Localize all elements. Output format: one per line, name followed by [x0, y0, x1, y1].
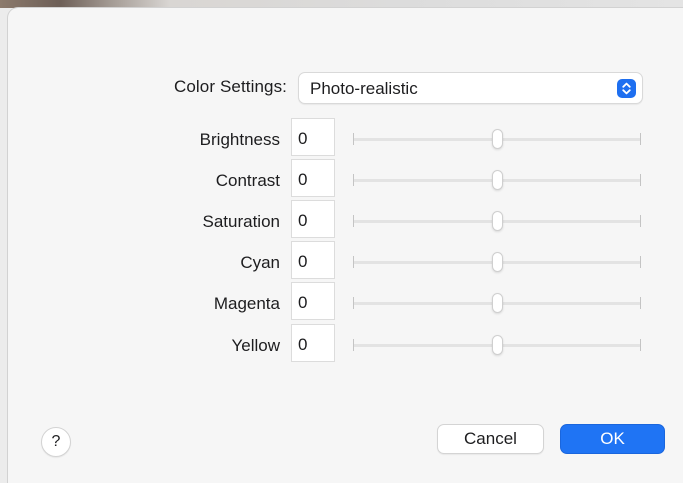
magenta-row: Magenta 0 [0, 282, 683, 324]
cyan-row: Cyan 0 [0, 241, 683, 283]
slider-max-tick [640, 133, 641, 145]
slider-knob[interactable] [492, 293, 503, 313]
magenta-slider[interactable] [353, 292, 641, 314]
slider-knob[interactable] [492, 211, 503, 231]
slider-min-tick [353, 215, 354, 227]
saturation-label: Saturation [202, 212, 281, 231]
saturation-field[interactable]: 0 [291, 200, 335, 238]
color-settings-label: Color Settings: [174, 77, 287, 96]
up-down-chevron-icon [617, 79, 636, 98]
yellow-row: Yellow 0 [0, 324, 683, 366]
cyan-field[interactable]: 0 [291, 241, 335, 279]
brightness-field[interactable]: 0 [291, 118, 335, 156]
contrast-label: Contrast [215, 171, 280, 190]
slider-knob[interactable] [492, 170, 503, 190]
slider-max-tick [640, 174, 641, 186]
cyan-label: Cyan [240, 253, 280, 272]
ok-button[interactable]: OK [560, 424, 665, 454]
slider-min-tick [353, 339, 354, 351]
background-window-edge [0, 0, 683, 8]
magenta-field[interactable]: 0 [291, 282, 335, 320]
slider-knob[interactable] [492, 252, 503, 272]
yellow-slider[interactable] [353, 334, 641, 356]
slider-min-tick [353, 297, 354, 309]
slider-max-tick [640, 339, 641, 351]
brightness-row: Brightness 0 [0, 118, 683, 160]
color-settings-popup[interactable]: Photo-realistic [298, 72, 643, 104]
cancel-button[interactable]: Cancel [437, 424, 544, 454]
brightness-label: Brightness [199, 130, 280, 149]
slider-max-tick [640, 256, 641, 268]
yellow-field[interactable]: 0 [291, 324, 335, 362]
slider-min-tick [353, 174, 354, 186]
color-settings-value: Photo-realistic [310, 79, 418, 98]
slider-knob[interactable] [492, 129, 503, 149]
slider-min-tick [353, 133, 354, 145]
yellow-label: Yellow [231, 336, 280, 355]
slider-min-tick [353, 256, 354, 268]
help-icon[interactable]: ? [41, 427, 71, 457]
contrast-field[interactable]: 0 [291, 159, 335, 197]
cyan-slider[interactable] [353, 251, 641, 273]
magenta-label: Magenta [213, 294, 280, 313]
contrast-row: Contrast 0 [0, 159, 683, 201]
brightness-slider[interactable] [353, 128, 641, 150]
slider-max-tick [640, 297, 641, 309]
saturation-slider[interactable] [353, 210, 641, 232]
slider-max-tick [640, 215, 641, 227]
saturation-row: Saturation 0 [0, 200, 683, 242]
contrast-slider[interactable] [353, 169, 641, 191]
slider-knob[interactable] [492, 335, 503, 355]
